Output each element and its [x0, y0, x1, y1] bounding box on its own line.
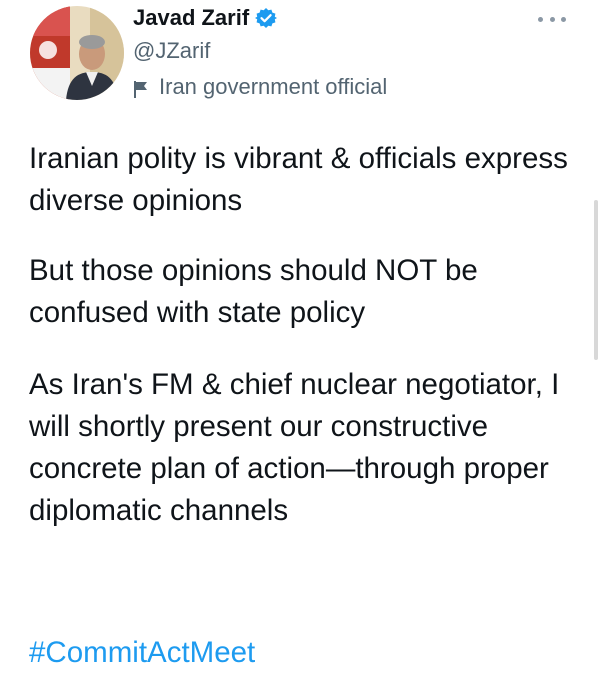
avatar-image	[30, 6, 124, 100]
scrollbar[interactable]	[594, 200, 598, 360]
flag-icon	[133, 78, 149, 98]
account-label[interactable]: Iran government official	[133, 72, 387, 102]
user-handle[interactable]: @JZarif	[133, 38, 210, 64]
tweet-paragraph: Iranian polity is vibrant & officials ex…	[29, 142, 568, 217]
verified-badge-icon	[255, 7, 278, 29]
hashtag-link[interactable]: #CommitActMeet	[29, 632, 255, 674]
tweet-paragraph: But those opinions should NOT be confuse…	[29, 254, 478, 329]
tweet-card: Javad Zarif @JZarif Iran government offi…	[0, 0, 600, 689]
more-options-icon[interactable]	[538, 12, 566, 26]
avatar[interactable]	[30, 6, 124, 100]
account-label-text: Iran government official	[159, 74, 388, 99]
display-name[interactable]: Javad Zarif	[133, 5, 249, 31]
tweet-paragraph: As Iran's FM & chief nuclear negotiator,…	[29, 368, 560, 527]
display-name-row[interactable]: Javad Zarif	[133, 4, 278, 32]
